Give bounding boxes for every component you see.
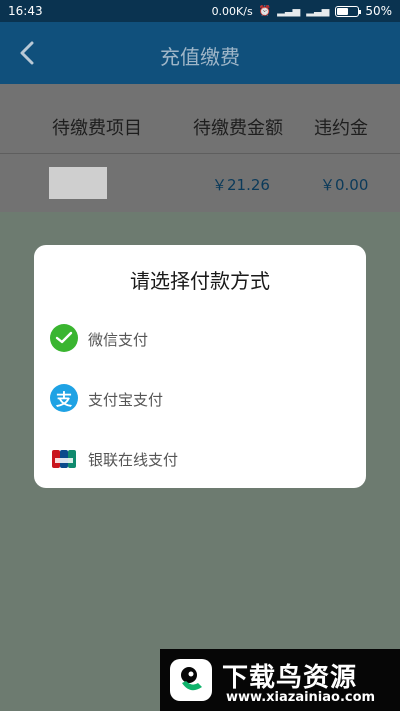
- table-row[interactable]: ￥21.26 ￥0.00: [0, 154, 400, 212]
- wechat-pay-icon: [50, 324, 78, 352]
- alipay-option[interactable]: 支 支付宝支付: [34, 370, 366, 426]
- status-time: 16:43: [8, 4, 43, 18]
- alarm-icon: ⏰: [258, 5, 272, 17]
- battery-percent: 50%: [365, 4, 392, 18]
- item-placeholder: [49, 167, 107, 199]
- payment-method-dialog: 请选择付款方式 微信支付 支 支付宝支付 银联在线支付: [34, 245, 366, 488]
- signal-icon-2: ▂▃▅: [306, 5, 330, 17]
- watermark-title: 下载鸟资源: [222, 663, 358, 693]
- wechat-pay-option[interactable]: 微信支付: [34, 310, 366, 366]
- table-header: 待缴费项目 待缴费金额 违约金: [0, 84, 400, 154]
- column-header-amount: 待缴费金额: [193, 118, 283, 139]
- xiazainiao-logo-icon: [170, 659, 212, 701]
- signal-icon: ▂▃▅: [277, 5, 301, 17]
- wechat-pay-label: 微信支付: [88, 331, 149, 349]
- dialog-title: 请选择付款方式: [130, 269, 270, 293]
- app-bar: 充值缴费: [0, 22, 400, 84]
- alipay-label: 支付宝支付: [88, 391, 164, 409]
- battery-level: [337, 7, 349, 15]
- network-speed: 0.00K/s: [211, 4, 253, 18]
- unionpay-label: 银联在线支付: [88, 451, 179, 469]
- status-bar: 16:43 0.00K/s ⏰ ▂▃▅ ▂▃▅ 50%: [0, 0, 400, 22]
- alipay-icon: 支: [50, 384, 78, 412]
- watermark-url: www.xiazainiao.com: [226, 690, 376, 705]
- unionpay-option[interactable]: 银联在线支付: [34, 430, 366, 486]
- amount-cell: ￥21.26: [212, 176, 270, 194]
- status-indicators: 0.00K/s ⏰ ▂▃▅ ▂▃▅ 50%: [212, 4, 392, 18]
- watermark: 下载鸟资源 www.xiazainiao.com: [160, 649, 400, 711]
- column-header-item: 待缴费项目: [52, 118, 142, 139]
- column-header-penalty: 违约金: [314, 118, 368, 139]
- penalty-cell: ￥0.00: [320, 176, 369, 194]
- battery-icon: [335, 5, 362, 17]
- check-icon: [55, 331, 73, 344]
- unionpay-icon: [52, 450, 76, 468]
- page-title: 充值缴费: [160, 45, 240, 69]
